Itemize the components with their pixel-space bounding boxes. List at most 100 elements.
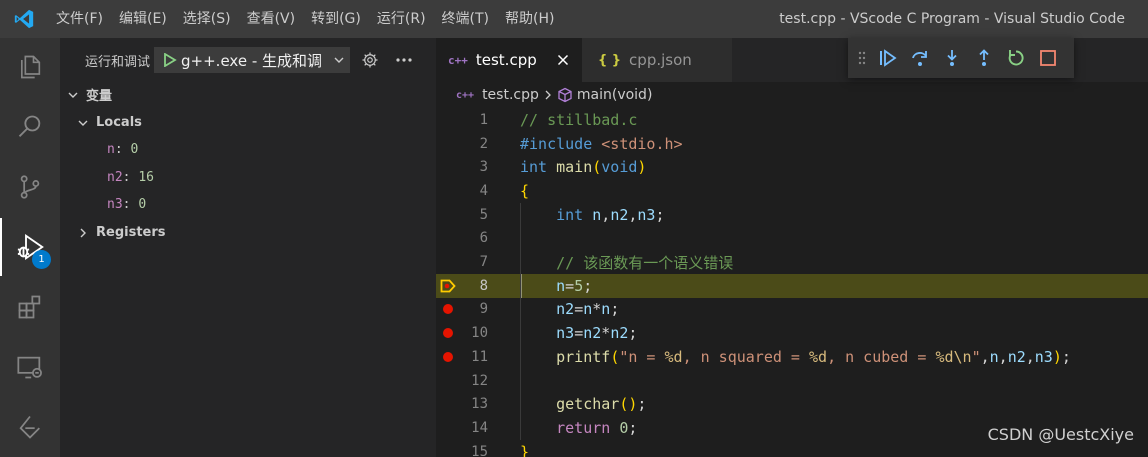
line-number: 3 (479, 159, 488, 176)
menu-item[interactable]: 终端(T) (434, 0, 497, 38)
code-editor[interactable]: 1 // stillbad.c 2 #include <stdio.h> 3 int ma… (436, 108, 1148, 457)
gutter[interactable] (436, 132, 460, 156)
symbol-method-icon (557, 87, 573, 103)
tab-cpp-json[interactable]: { } cpp.json (582, 38, 732, 82)
variable-row[interactable]: n3: 0 (60, 191, 436, 218)
code-line[interactable]: 12 (436, 369, 1148, 393)
code-text: // 该函数有一个语义错误 (520, 253, 734, 272)
line-number: 14 (471, 419, 488, 436)
code-text: return 0; (556, 418, 638, 437)
gutter[interactable] (436, 250, 460, 274)
current-execution-icon[interactable] (436, 274, 460, 298)
chevron-down-icon (329, 54, 349, 66)
debug-toolbar (848, 38, 1074, 78)
chevron-down-icon (66, 88, 80, 102)
close-icon[interactable] (553, 50, 573, 70)
stop-icon[interactable] (1032, 42, 1064, 74)
variables-section-header[interactable]: 变量 (60, 81, 436, 108)
step-over-icon[interactable] (904, 42, 936, 74)
code-text: { (520, 181, 530, 200)
breadcrumb-file[interactable]: test.cpp (482, 87, 539, 103)
variable-row[interactable]: n: 0 (60, 136, 436, 163)
breadcrumb-symbol[interactable]: main(void) (577, 87, 653, 103)
locals-scope[interactable]: Locals (60, 109, 436, 136)
variable-name: n (107, 142, 115, 157)
gutter[interactable] (436, 369, 460, 393)
tab-test-cpp[interactable]: c++ test.cpp (436, 38, 582, 82)
line-number: 1 (479, 111, 488, 128)
explorer-icon[interactable] (0, 38, 60, 96)
source-control-icon[interactable] (0, 158, 60, 216)
line-number: 9 (479, 301, 488, 318)
gutter[interactable] (436, 392, 460, 416)
gutter[interactable] (436, 440, 460, 457)
variable-value: 16 (138, 170, 154, 185)
debug-config-dropdown[interactable]: g++.exe - 生成和调 (154, 47, 351, 73)
code-text: n2=n*n; (556, 300, 620, 319)
menu-item[interactable]: 文件(F) (48, 0, 111, 38)
code-line[interactable]: 7 // 该函数有一个语义错误 (436, 250, 1148, 274)
gutter[interactable] (436, 108, 460, 132)
menu-item[interactable]: 运行(R) (369, 0, 434, 38)
restart-icon[interactable] (1000, 42, 1032, 74)
code-text: printf("n = %d, n squared = %d, n cubed … (556, 347, 1071, 366)
code-line[interactable]: 8 n=5; (436, 273, 1148, 298)
search-icon[interactable] (0, 98, 60, 156)
title-bar: 文件(F) 编辑(E) 选择(S) 查看(V) 转到(G) 运行(R) 终端(T) 帮助(H)… (0, 0, 1148, 38)
menu-bar: 文件(F) 编辑(E) 选择(S) 查看(V) 转到(G) 运行(R) 终端(T) 帮助(H) (48, 0, 562, 38)
continue-icon[interactable] (872, 42, 904, 74)
code-line[interactable]: 4{ (436, 179, 1148, 203)
code-line[interactable]: 2 #include <stdio.h> (436, 132, 1148, 156)
more-actions-icon[interactable] (390, 46, 418, 74)
code-line[interactable]: 5 int n,n2,n3; (436, 203, 1148, 227)
variable-row[interactable]: n2: 16 (60, 164, 436, 191)
code-line[interactable]: 1 // stillbad.c (436, 108, 1148, 132)
breakpoint-icon[interactable] (436, 321, 460, 345)
gutter[interactable] (436, 203, 460, 227)
gear-icon[interactable] (356, 46, 384, 74)
line-number: 4 (479, 182, 488, 199)
line-number: 11 (471, 348, 488, 365)
menu-item[interactable]: 选择(S) (175, 0, 239, 38)
tab-label: test.cpp (475, 51, 537, 69)
step-out-icon[interactable] (968, 42, 1000, 74)
variable-value: 0 (138, 197, 147, 212)
breakpoint-icon[interactable] (436, 298, 460, 322)
code-line[interactable]: 3 int main(void) (436, 155, 1148, 179)
breakpoint-icon[interactable] (436, 345, 460, 369)
variables-section-title: 变量 (86, 89, 113, 104)
debug-badge: 1 (32, 250, 51, 269)
gutter[interactable] (436, 416, 460, 440)
menu-item[interactable]: 编辑(E) (111, 0, 175, 38)
code-line[interactable]: 6 (436, 227, 1148, 251)
remote-explorer-icon[interactable] (0, 338, 60, 396)
extensions-icon[interactable] (0, 278, 60, 336)
gutter[interactable] (436, 155, 460, 179)
code-line[interactable]: 13 getchar(); (436, 392, 1148, 416)
start-debugging-icon[interactable] (159, 53, 181, 67)
code-line[interactable]: 10 n3=n2*n2; (436, 321, 1148, 345)
editor-area: c++ test.cpp { } cpp.json c++ test.cpp m… (436, 38, 1148, 457)
line-number: 7 (479, 254, 488, 271)
step-into-icon[interactable] (936, 42, 968, 74)
code-line[interactable]: 11 printf("n = %d, n squared = %d, n cub… (436, 345, 1148, 369)
code-text: n3=n2*n2; (556, 324, 638, 343)
tab-bar: c++ test.cpp { } cpp.json (436, 38, 1148, 82)
testing-icon[interactable] (0, 398, 60, 456)
run-debug-icon[interactable]: 1 (0, 218, 60, 276)
registers-scope[interactable]: Registers (60, 219, 436, 246)
gutter[interactable] (436, 179, 460, 203)
menu-item[interactable]: 帮助(H) (497, 0, 562, 38)
chevron-down-icon (76, 116, 90, 130)
run-debug-sidebar: 运行和调试 g++.exe - 生成和调 变量 Locals n: 0 n2 … (60, 38, 436, 457)
tab-label: cpp.json (629, 51, 692, 69)
gutter[interactable] (436, 227, 460, 251)
drag-handle-icon[interactable] (852, 51, 872, 65)
menu-item[interactable]: 转到(G) (303, 0, 369, 38)
code-line[interactable]: 9 n2=n*n; (436, 298, 1148, 322)
watermark: CSDN @UestcXiye (987, 425, 1134, 444)
line-number: 13 (471, 396, 488, 413)
line-number: 2 (479, 135, 488, 152)
menu-item[interactable]: 查看(V) (239, 0, 304, 38)
code-text: getchar(); (556, 395, 647, 414)
